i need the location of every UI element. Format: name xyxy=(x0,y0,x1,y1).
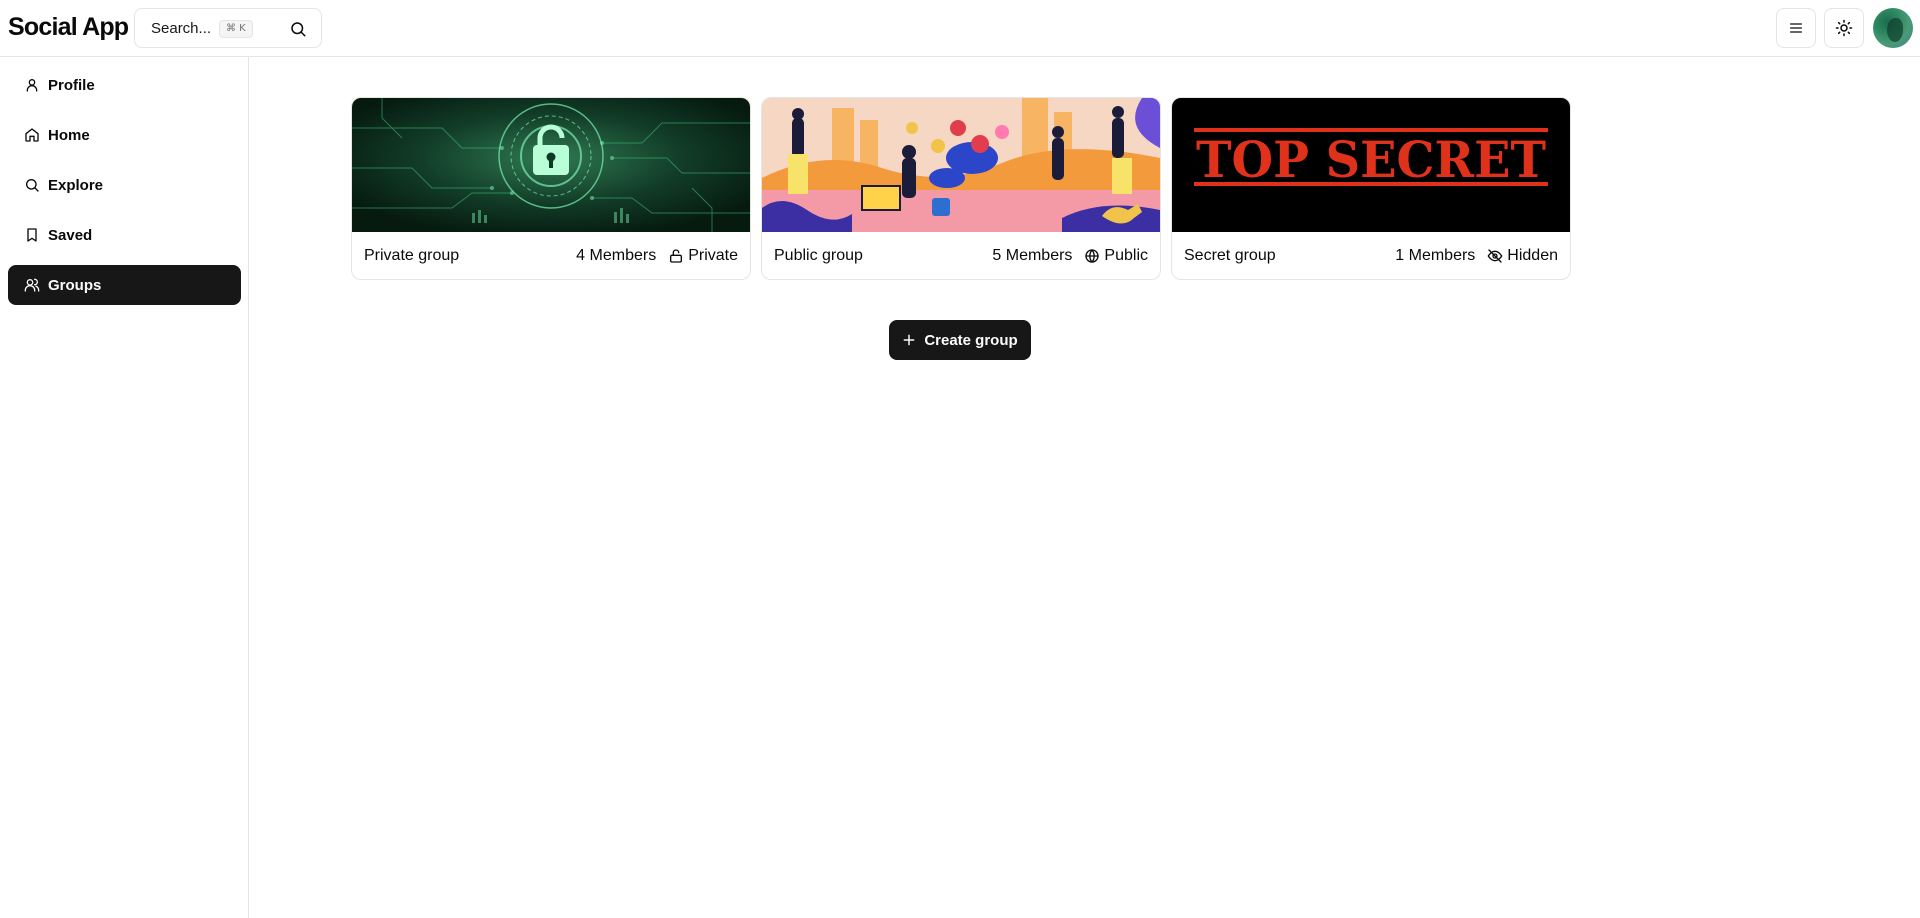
create-group-button[interactable]: Create group xyxy=(889,320,1031,360)
sidebar-item-explore[interactable]: Explore xyxy=(8,165,241,205)
group-cover-image xyxy=(762,98,1160,232)
menu-icon xyxy=(1788,20,1804,36)
sidebar-item-groups[interactable]: Groups xyxy=(8,265,241,305)
group-cover-image: TOP SECRET xyxy=(1172,98,1570,232)
sun-icon xyxy=(1835,19,1853,37)
sidebar-item-label: Home xyxy=(48,126,90,144)
group-card-footer: Private group 4 Members Private xyxy=(352,232,750,279)
sidebar: Profile Home Explore Saved Groups xyxy=(0,57,249,918)
bookmark-icon xyxy=(24,227,40,243)
sidebar-item-saved[interactable]: Saved xyxy=(8,215,241,255)
lock-icon xyxy=(668,248,684,264)
top-header: Social App Search... ⌘ K xyxy=(0,0,1920,57)
group-card-footer: Public group 5 Members Public xyxy=(762,232,1160,279)
globe-icon xyxy=(1084,248,1100,264)
eye-off-icon xyxy=(1487,248,1503,264)
group-member-count: 5 Members xyxy=(992,247,1073,264)
sidebar-item-label: Profile xyxy=(48,76,95,94)
group-card-secret[interactable]: TOP SECRET Secret group 1 Members Hidden xyxy=(1171,97,1571,280)
sidebar-item-home[interactable]: Home xyxy=(8,115,241,155)
search-icon xyxy=(289,20,307,38)
home-icon xyxy=(24,127,40,143)
sidebar-item-label: Groups xyxy=(48,276,102,294)
top-secret-stamp-text: TOP SECRET xyxy=(1196,130,1546,189)
group-meta: 4 Members Private xyxy=(576,247,738,265)
group-meta: 1 Members Hidden xyxy=(1395,247,1558,265)
sidebar-item-label: Explore xyxy=(48,176,104,194)
user-icon xyxy=(24,77,40,93)
group-meta: 5 Members Public xyxy=(992,247,1148,265)
avatar-shape xyxy=(1887,18,1903,42)
group-name[interactable]: Public group xyxy=(774,247,863,265)
group-member-count: 4 Members xyxy=(576,247,657,264)
group-name[interactable]: Secret group xyxy=(1184,247,1276,265)
users-icon xyxy=(24,277,40,293)
group-member-count: 1 Members xyxy=(1395,247,1476,264)
create-group-label: Create group xyxy=(924,331,1018,349)
group-visibility: Public xyxy=(1104,247,1148,264)
search-shortcut-badge: ⌘ K xyxy=(219,20,253,38)
menu-button[interactable] xyxy=(1776,8,1816,48)
search-icon xyxy=(24,177,40,193)
group-cover-image xyxy=(352,98,750,232)
group-name[interactable]: Private group xyxy=(364,247,459,265)
plus-icon xyxy=(902,333,916,347)
theme-toggle-button[interactable] xyxy=(1824,8,1864,48)
group-visibility: Private xyxy=(688,247,738,264)
search-placeholder: Search... xyxy=(151,20,212,37)
group-visibility: Hidden xyxy=(1507,247,1558,264)
sidebar-item-profile[interactable]: Profile xyxy=(8,65,241,105)
avatar[interactable] xyxy=(1873,8,1913,48)
app-title[interactable]: Social App xyxy=(8,13,129,42)
sidebar-item-label: Saved xyxy=(48,226,93,244)
group-card-public[interactable]: Public group 5 Members Public xyxy=(761,97,1161,280)
group-card-footer: Secret group 1 Members Hidden xyxy=(1172,232,1570,279)
group-card-private[interactable]: Private group 4 Members Private xyxy=(351,97,751,280)
search-button[interactable]: Search... ⌘ K xyxy=(134,8,322,48)
